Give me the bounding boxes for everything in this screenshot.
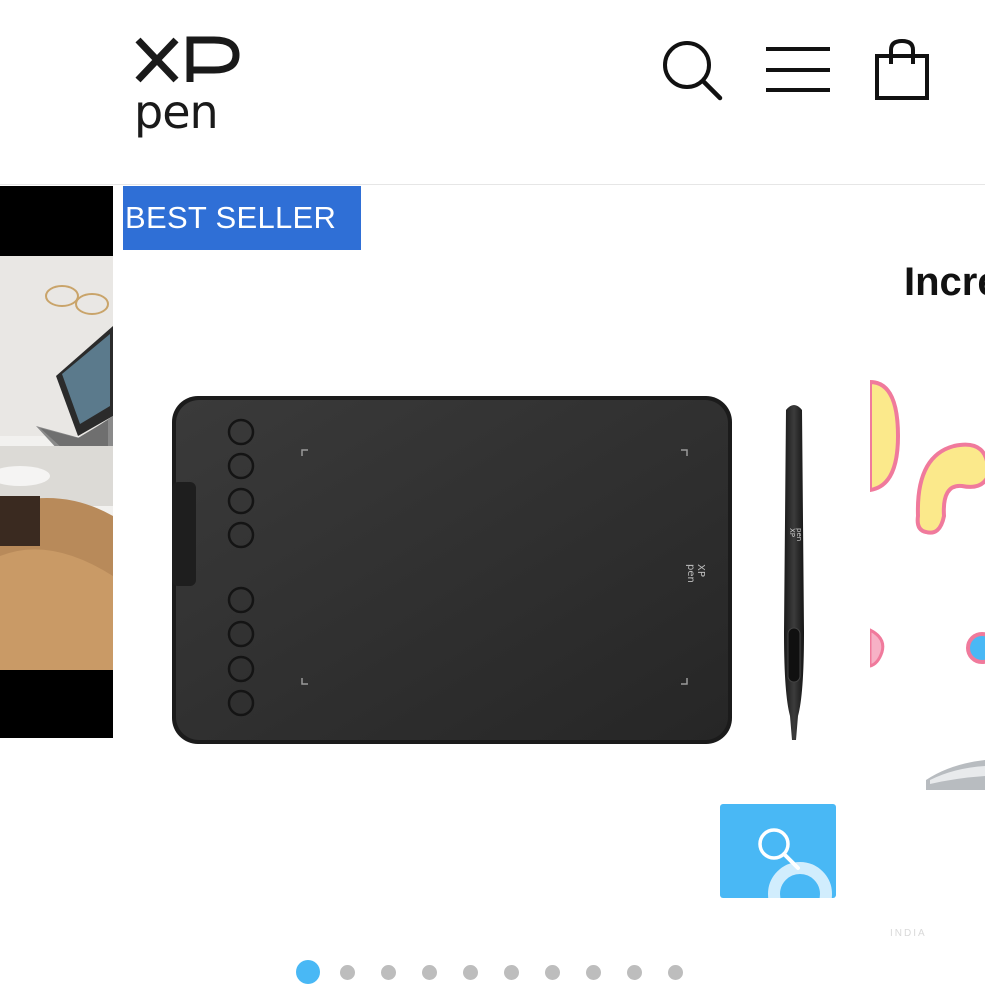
carousel-dot[interactable] [381,964,396,980]
svg-text:pen: pen [134,85,218,139]
svg-text:pen: pen [795,528,803,541]
zoom-button[interactable] [720,804,836,898]
xppen-logo[interactable]: pen [134,36,244,140]
carousel-dot[interactable] [545,964,560,980]
carousel-dot[interactable] [340,964,355,980]
search-button[interactable] [660,38,724,102]
site-header: pen [0,0,985,185]
next-slide[interactable]: Incre [870,186,985,946]
carousel-dot[interactable] [627,964,642,980]
product-carousel[interactable]: BEST SELLER XP pen XP pen Incr [0,186,985,946]
next-slide-image [870,376,985,846]
carousel-dot[interactable] [586,964,601,980]
svg-text:pen: pen [685,564,696,583]
carousel-pagination [296,960,709,984]
hamburger-menu-icon [766,47,830,92]
best-seller-badge: BEST SELLER [123,186,361,250]
previous-slide[interactable] [0,186,113,738]
search-icon [663,41,723,101]
product-image[interactable]: XP pen XP pen [170,394,810,764]
magnifier-icon [758,828,800,870]
carousel-dot[interactable] [504,964,519,980]
shopping-bag-icon [875,38,929,100]
carousel-dot[interactable] [668,964,683,980]
previous-slide-image [0,256,113,670]
svg-text:XP: XP [788,528,796,537]
menu-button[interactable] [764,38,832,96]
carousel-dot[interactable] [422,964,437,980]
olx-watermark-sub: INDIA [890,928,927,939]
cart-button[interactable] [872,38,932,102]
carousel-dot[interactable] [463,964,478,980]
carousel-dot-active[interactable] [296,960,320,984]
